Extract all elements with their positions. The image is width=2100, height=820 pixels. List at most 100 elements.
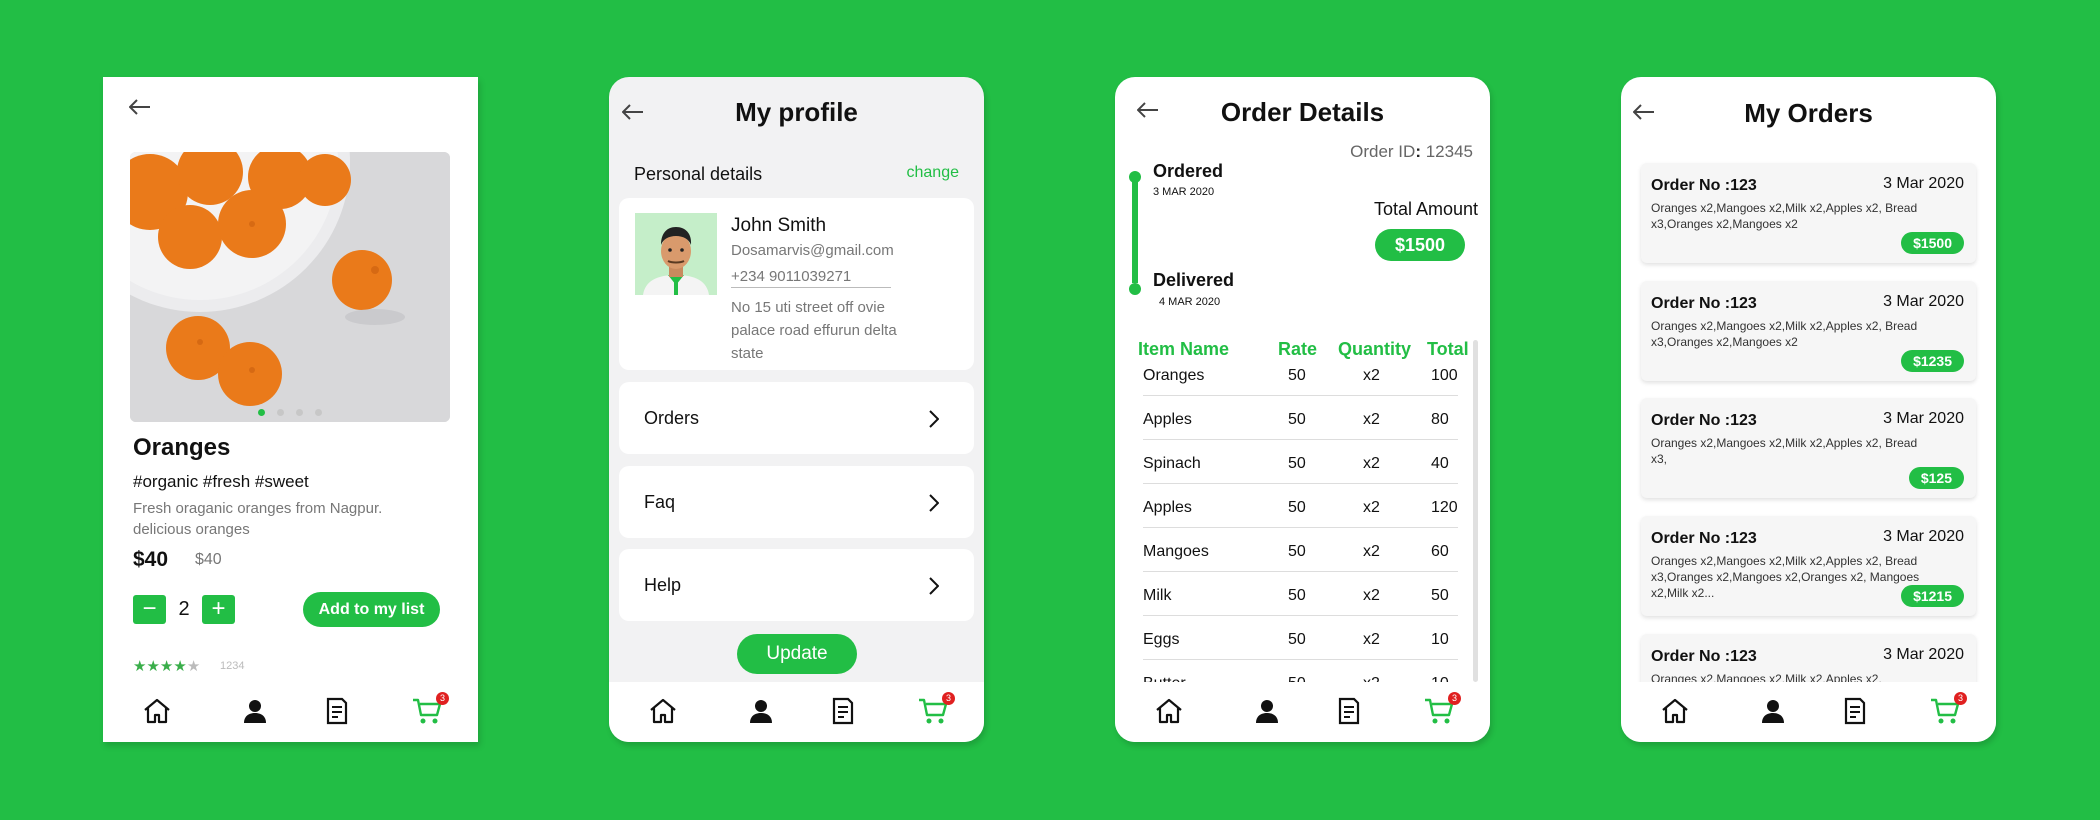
order-date: 3 Mar 2020 [1883, 646, 1964, 663]
carousel-dot[interactable] [258, 409, 265, 416]
menu-item-label: Help [644, 575, 682, 595]
product-price: $40 [133, 548, 169, 571]
update-button[interactable]: Update [737, 634, 857, 674]
receipt-icon[interactable] [321, 696, 353, 726]
table-cell-rate: 50 [1288, 631, 1306, 648]
receipt-icon[interactable] [1839, 696, 1871, 726]
order-number: Order No :123 [1651, 648, 1757, 665]
change-link[interactable]: change [907, 164, 960, 182]
table-cell-total: 50 [1431, 587, 1449, 604]
chevron-right-icon [929, 494, 939, 512]
cart-badge: 3 [1954, 692, 1967, 705]
person-icon[interactable] [1251, 696, 1283, 726]
ordered-label: Ordered [1153, 161, 1224, 181]
order-card[interactable]: Order No :123 3 Mar 2020 Oranges x2,Mangoe… [1641, 163, 1976, 263]
table-cell-total: 60 [1431, 543, 1449, 560]
row-divider [1143, 659, 1458, 660]
table-cell-item: Spinach [1143, 455, 1201, 472]
row-divider [1143, 395, 1458, 396]
order-date: 3 Mar 2020 [1883, 293, 1964, 310]
table-cell-item: Milk [1143, 587, 1172, 604]
table-cell-rate: 50 [1288, 587, 1306, 604]
order-price: $1500 [1901, 232, 1964, 254]
table-cell-rate: 50 [1288, 411, 1306, 428]
add-to-list-button[interactable]: Add to my list [303, 592, 440, 627]
table-cell-item: Mangoes [1143, 543, 1209, 560]
product-name: Oranges [133, 434, 231, 461]
carousel-dot[interactable] [277, 409, 284, 416]
carousel-dot[interactable] [315, 409, 322, 416]
total-amount-label: Total Amount [1373, 199, 1478, 219]
person-icon[interactable] [239, 696, 271, 726]
order-items: Oranges x2,Mangoes x2,Milk x2,Apples x2,… [1651, 436, 1918, 466]
order-price: $1215 [1901, 585, 1964, 607]
cart-icon[interactable]: 3 [1929, 692, 1967, 726]
ordered-date: 3 MAR 2020 [1153, 186, 1215, 198]
receipt-icon[interactable] [827, 696, 859, 726]
total-amount-badge: $1500 [1375, 229, 1465, 261]
table-cell-total: 120 [1431, 499, 1458, 516]
profile-phone: +234 9011039271 [731, 268, 891, 288]
decrement-button[interactable]: − [133, 595, 166, 624]
row-divider [1143, 483, 1458, 484]
product-old-price: $40 [195, 551, 222, 568]
increment-button[interactable]: + [202, 595, 235, 624]
home-icon[interactable] [1153, 696, 1185, 726]
order-id: Order ID: 12345 [1350, 142, 1473, 161]
back-arrow-icon[interactable] [129, 99, 151, 115]
table-cell-qty: x2 [1363, 455, 1380, 472]
table-cell-rate: 50 [1288, 367, 1306, 384]
chevron-right-icon [929, 410, 939, 428]
order-items: Oranges x2,Mangoes x2,Milk x2,Apples x2,… [1651, 201, 1918, 231]
receipt-icon[interactable] [1333, 696, 1365, 726]
cart-icon[interactable]: 3 [411, 692, 449, 726]
rating-stars: ★★★★★ [133, 657, 200, 675]
section-label: Personal details [634, 164, 763, 184]
product-description: Fresh oraganic oranges from Nagpur. deli… [133, 500, 383, 538]
table-cell-item: Apples [1143, 411, 1192, 428]
table-scrollbar[interactable] [1473, 340, 1478, 682]
order-card[interactable]: Order No :123 3 Mar 2020 Oranges x2,Mangoe… [1641, 516, 1976, 616]
order-card[interactable]: Order No :123 3 Mar 2020 Oranges x2,Mangoe… [1641, 281, 1976, 381]
row-divider [1143, 439, 1458, 440]
order-number: Order No :123 [1651, 295, 1757, 312]
timeline-dot [1129, 171, 1141, 183]
row-divider [1143, 571, 1458, 572]
avatar [635, 213, 717, 295]
person-icon[interactable] [745, 696, 777, 726]
order-card[interactable]: Order No :123 3 Mar 2020 Oranges x2,Mangoe… [1641, 398, 1976, 498]
table-cell-rate: 50 [1288, 499, 1306, 516]
star-icon: ★ [186, 658, 201, 675]
order-date: 3 Mar 2020 [1883, 410, 1964, 427]
home-icon[interactable] [647, 696, 679, 726]
home-icon[interactable] [1659, 696, 1691, 726]
profile-card: John Smith Dosamarvis@gmail.com +234 901… [619, 198, 974, 370]
table-cell-qty: x2 [1363, 587, 1380, 604]
cart-icon[interactable]: 3 [917, 692, 955, 726]
menu-item-help[interactable]: Help [619, 549, 974, 621]
chevron-right-icon [929, 577, 939, 595]
order-number: Order No :123 [1651, 412, 1757, 429]
cart-icon[interactable]: 3 [1423, 692, 1461, 726]
home-icon[interactable] [141, 696, 173, 726]
profile-screen: My profile Personal details change John … [609, 77, 984, 742]
menu-item-faq[interactable]: Faq [619, 466, 974, 538]
menu-item-orders[interactable]: Orders [619, 382, 974, 454]
order-number: Order No :123 [1651, 177, 1757, 194]
table-cell-qty: x2 [1363, 631, 1380, 648]
carousel-dot[interactable] [296, 409, 303, 416]
person-icon[interactable] [1757, 696, 1789, 726]
table-cell-item: Oranges [1143, 367, 1205, 384]
order-price: $125 [1908, 467, 1964, 489]
cart-badge: 3 [1448, 692, 1461, 705]
profile-email: Dosamarvis@gmail.com [731, 242, 894, 259]
product-image-carousel[interactable] [130, 152, 450, 422]
order-items: Oranges x2,Mangoes x2,Milk x2,Apples x2,… [1651, 554, 1920, 600]
timeline-dot [1129, 283, 1141, 295]
table-cell-total: 10 [1431, 631, 1449, 648]
page-title: My profile [735, 97, 858, 127]
table-cell-qty: x2 [1363, 367, 1380, 384]
product-tags: #organic #fresh #sweet [133, 472, 309, 491]
page-title: Order Details [1220, 97, 1385, 127]
profile-address: No 15 uti street off ovie palace road ef… [731, 299, 897, 362]
